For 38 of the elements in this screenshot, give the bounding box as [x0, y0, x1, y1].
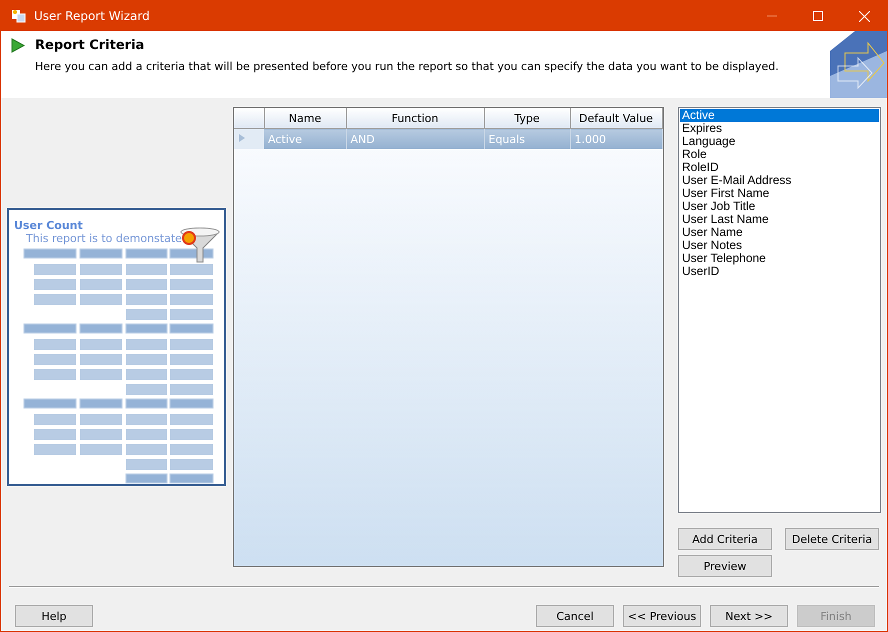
maximize-icon[interactable] — [813, 11, 823, 21]
list-item[interactable]: Language — [680, 135, 879, 148]
report-subtitle: This report is to demonstate — [26, 232, 183, 245]
table-cell: AND — [346, 128, 484, 149]
list-item[interactable]: Active — [680, 109, 879, 122]
list-item[interactable]: User Name — [680, 226, 879, 239]
button[interactable]: << Previous — [623, 605, 701, 627]
table-cell: Equals — [484, 128, 570, 149]
list-item[interactable]: Expires — [680, 122, 879, 135]
column-header[interactable]: Function — [346, 108, 484, 128]
window-title: User Report Wizard — [34, 9, 151, 23]
page-title: Report Criteria — [35, 38, 144, 53]
button[interactable]: Add Criteria — [678, 528, 772, 550]
table-cell: 1.000 — [570, 128, 662, 149]
list-item[interactable]: User Telephone — [680, 252, 879, 265]
button[interactable]: Help — [15, 605, 93, 627]
row-arrow-icon — [238, 132, 246, 142]
button[interactable]: Preview — [678, 555, 772, 577]
close-icon[interactable] — [858, 10, 870, 22]
button[interactable]: Cancel — [536, 605, 614, 627]
button[interactable]: Next >> — [710, 605, 788, 627]
list-item[interactable]: User First Name — [680, 187, 879, 200]
play-icon — [11, 38, 25, 53]
list-item[interactable]: Role — [680, 148, 879, 161]
report-title: User Count — [14, 219, 84, 232]
list-item[interactable]: User Notes — [680, 239, 879, 252]
page-description: Here you can add a criteria that will be presented before you run the report so that you can specify the data you want to be displayed. — [35, 60, 780, 73]
column-header[interactable]: Type — [484, 108, 570, 128]
list-item[interactable]: User E-Mail Address — [680, 174, 879, 187]
button[interactable]: Delete Criteria — [785, 528, 879, 550]
column-header[interactable]: Name — [264, 108, 346, 128]
list-item[interactable]: UserID — [680, 265, 879, 278]
table-cell: Active — [264, 128, 346, 149]
app-icon — [12, 9, 26, 23]
list-item[interactable]: RoleID — [680, 161, 879, 174]
list-item[interactable]: User Job Title — [680, 200, 879, 213]
column-header[interactable]: Default Value — [570, 108, 662, 128]
list-item[interactable]: User Last Name — [680, 213, 879, 226]
